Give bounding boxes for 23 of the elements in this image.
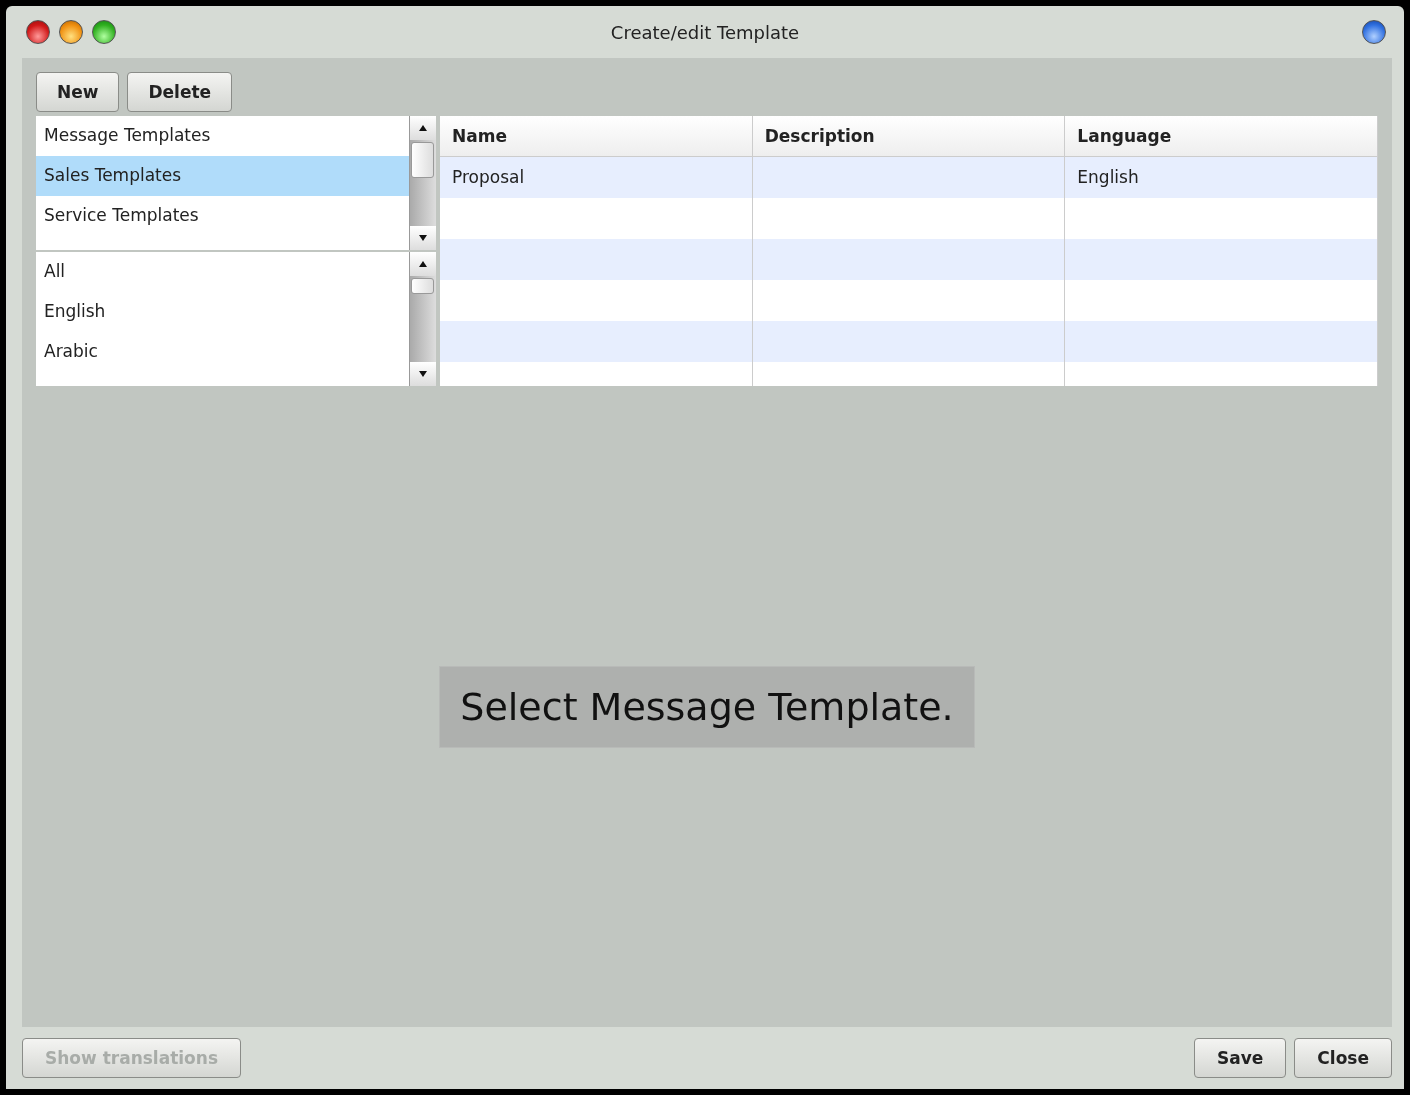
language-item[interactable]: Arabic (36, 332, 409, 372)
category-item[interactable]: Service Templates (36, 196, 409, 236)
window-menu-icon[interactable] (1362, 20, 1386, 44)
column-header[interactable]: Name (440, 116, 753, 156)
table-cell: Proposal (440, 157, 753, 198)
placeholder-message: Select Message Template. (439, 665, 975, 748)
language-item[interactable]: English (36, 292, 409, 332)
close-icon[interactable] (26, 20, 50, 44)
footer-button[interactable]: Save (1194, 1038, 1287, 1078)
maximize-icon[interactable] (92, 20, 116, 44)
category-item[interactable]: Sales Templates (36, 156, 409, 196)
scrollbar[interactable] (409, 252, 436, 386)
toolbar-button[interactable]: New (36, 72, 120, 112)
footer-button[interactable]: Close (1294, 1038, 1392, 1078)
scrollbar[interactable] (409, 116, 436, 250)
window-title: Create/edit Template (610, 21, 800, 43)
language-item[interactable]: All (36, 252, 409, 292)
category-item[interactable]: Message Templates (36, 116, 409, 156)
table-cell: English (1065, 157, 1378, 198)
column-header[interactable]: Language (1065, 116, 1378, 156)
minimize-icon[interactable] (59, 20, 83, 44)
toolbar-button[interactable]: Delete (127, 72, 233, 112)
column-header[interactable]: Description (752, 116, 1066, 156)
